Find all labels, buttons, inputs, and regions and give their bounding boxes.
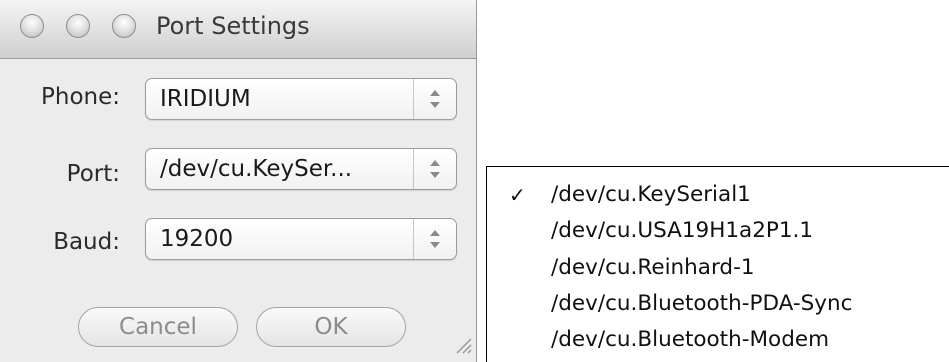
window-title: Port Settings (156, 12, 310, 40)
menu-item-bluetooth-modem[interactable]: /dev/cu.Bluetooth-Modem (487, 322, 949, 359)
checkmark-icon: ✓ (509, 183, 526, 207)
zoom-icon[interactable] (112, 14, 136, 38)
port-select-value: /dev/cu.KeySer... (160, 156, 353, 182)
baud-label: Baud: (53, 229, 120, 255)
menu-item-label: /dev/cu.Bluetooth-PDA-Sync (551, 291, 853, 316)
menu-item-label: /dev/cu.Bluetooth-Modem (551, 327, 830, 352)
up-down-arrows-icon (413, 79, 456, 119)
phone-select-value: IRIDIUM (160, 86, 251, 112)
resize-grip-icon[interactable] (452, 334, 472, 358)
close-icon[interactable] (20, 14, 44, 38)
title-bar[interactable]: Port Settings (0, 0, 476, 59)
port-label: Port: (66, 161, 120, 187)
up-down-arrows-icon (413, 149, 456, 189)
menu-item-label: /dev/cu.Reinhard-1 (551, 255, 755, 280)
port-dropdown-menu: ✓ /dev/cu.KeySerial1 /dev/cu.USA19H1a2P1… (486, 166, 949, 362)
baud-select[interactable]: 19200 (145, 218, 457, 260)
minimize-icon[interactable] (66, 14, 90, 38)
phone-label: Phone: (41, 84, 120, 110)
menu-item-label: /dev/cu.KeySerial1 (551, 182, 751, 207)
phone-select[interactable]: IRIDIUM (145, 78, 457, 120)
port-settings-window: Port Settings Phone: IRIDIUM Port: /dev/… (0, 0, 477, 362)
menu-item-reinhard-1[interactable]: /dev/cu.Reinhard-1 (487, 250, 949, 287)
cancel-button[interactable]: Cancel (78, 307, 238, 347)
port-select[interactable]: /dev/cu.KeySer... (145, 148, 457, 190)
ok-button[interactable]: OK (256, 307, 406, 347)
baud-select-value: 19200 (160, 226, 234, 252)
menu-item-usa19h1a2p1[interactable]: /dev/cu.USA19H1a2P1.1 (487, 213, 949, 250)
menu-item-label: /dev/cu.USA19H1a2P1.1 (551, 218, 814, 243)
menu-item-keyserial1[interactable]: ✓ /dev/cu.KeySerial1 (487, 177, 949, 214)
menu-item-bluetooth-pda-sync[interactable]: /dev/cu.Bluetooth-PDA-Sync (487, 286, 949, 323)
up-down-arrows-icon (413, 219, 456, 259)
